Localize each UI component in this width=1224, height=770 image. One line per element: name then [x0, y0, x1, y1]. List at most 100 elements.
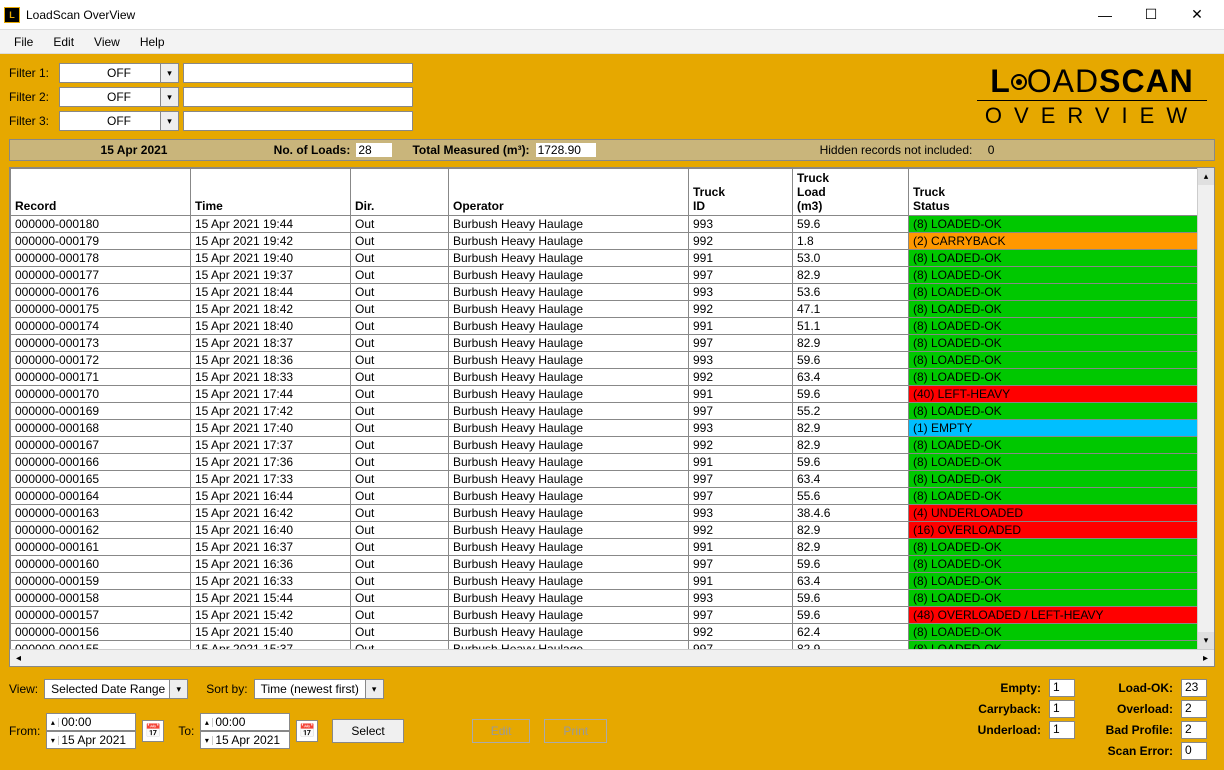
cell-truck-load: 38.4.6 — [793, 505, 909, 522]
table-row[interactable]: 000000-00016615 Apr 2021 17:36OutBurbush… — [11, 454, 1214, 471]
minimize-button[interactable]: — — [1082, 1, 1128, 29]
cell-operator: Burbush Heavy Haulage — [449, 301, 689, 318]
table-row[interactable]: 000000-00017915 Apr 2021 19:42OutBurbush… — [11, 233, 1214, 250]
cell-truck-load: 82.9 — [793, 522, 909, 539]
cell-time: 15 Apr 2021 17:44 — [191, 386, 351, 403]
data-table[interactable]: Record Time Dir. Operator TruckID TruckL… — [10, 168, 1214, 649]
table-row[interactable]: 000000-00015915 Apr 2021 16:33OutBurbush… — [11, 573, 1214, 590]
table-row[interactable]: 000000-00016015 Apr 2021 16:36OutBurbush… — [11, 556, 1214, 573]
table-row[interactable]: 000000-00015515 Apr 2021 15:37OutBurbush… — [11, 641, 1214, 650]
col-truck-id[interactable]: TruckID — [689, 169, 793, 216]
col-time[interactable]: Time — [191, 169, 351, 216]
maximize-button[interactable]: ☐ — [1128, 1, 1174, 29]
table-row[interactable]: 000000-00017415 Apr 2021 18:40OutBurbush… — [11, 318, 1214, 335]
to-time-input[interactable]: ▴00:00 — [200, 713, 290, 731]
cell-dir: Out — [351, 641, 449, 650]
from-date-input[interactable]: ▾15 Apr 2021 — [46, 731, 136, 749]
cell-truck-id: 997 — [689, 471, 793, 488]
cell-operator: Burbush Heavy Haulage — [449, 216, 689, 233]
cell-truck-load: 59.6 — [793, 386, 909, 403]
table-row[interactable]: 000000-00017515 Apr 2021 18:42OutBurbush… — [11, 301, 1214, 318]
cell-dir: Out — [351, 556, 449, 573]
summary-date-value: 15 Apr 2021 — [101, 143, 168, 157]
cell-time: 15 Apr 2021 17:40 — [191, 420, 351, 437]
cell-time: 15 Apr 2021 16:44 — [191, 488, 351, 505]
scroll-left-icon[interactable]: ◂ — [10, 653, 27, 664]
menu-view[interactable]: View — [84, 33, 130, 51]
cell-record: 000000-000161 — [11, 539, 191, 556]
close-button[interactable]: ✕ — [1174, 1, 1220, 29]
cell-record: 000000-000176 — [11, 284, 191, 301]
filter-2-select[interactable]: OFF ▾ — [59, 87, 179, 107]
filter-3-label: Filter 3: — [9, 114, 55, 128]
table-row[interactable]: 000000-00016715 Apr 2021 17:37OutBurbush… — [11, 437, 1214, 454]
cell-dir: Out — [351, 488, 449, 505]
table-row[interactable]: 000000-00017815 Apr 2021 19:40OutBurbush… — [11, 250, 1214, 267]
filter-2-row: Filter 2: OFF ▾ — [9, 87, 413, 107]
table-row[interactable]: 000000-00017615 Apr 2021 18:44OutBurbush… — [11, 284, 1214, 301]
calendar-icon[interactable]: 📅 — [296, 720, 318, 742]
print-button[interactable]: Print — [544, 719, 607, 743]
table-row[interactable]: 000000-00016215 Apr 2021 16:40OutBurbush… — [11, 522, 1214, 539]
cell-truck-id: 997 — [689, 403, 793, 420]
cell-truck-load: 59.6 — [793, 590, 909, 607]
table-row[interactable]: 000000-00016915 Apr 2021 17:42OutBurbush… — [11, 403, 1214, 420]
vertical-scrollbar[interactable]: ▴ ▾ — [1197, 168, 1214, 649]
table-row[interactable]: 000000-00018015 Apr 2021 19:44OutBurbush… — [11, 216, 1214, 233]
sort-select[interactable]: Time (newest first) ▾ — [254, 679, 384, 699]
col-record[interactable]: Record — [11, 169, 191, 216]
col-dir[interactable]: Dir. — [351, 169, 449, 216]
table-row[interactable]: 000000-00017315 Apr 2021 18:37OutBurbush… — [11, 335, 1214, 352]
to-date-input[interactable]: ▾15 Apr 2021 — [200, 731, 290, 749]
summary-bar: 15 Apr 2021 No. of Loads: 28 Total Measu… — [9, 139, 1215, 161]
table-row[interactable]: 000000-00015615 Apr 2021 15:40OutBurbush… — [11, 624, 1214, 641]
stat-overload-label: Overload: — [1083, 702, 1173, 716]
cell-time: 15 Apr 2021 18:37 — [191, 335, 351, 352]
view-select[interactable]: Selected Date Range ▾ — [44, 679, 188, 699]
menu-file[interactable]: File — [4, 33, 43, 51]
scroll-up-icon[interactable]: ▴ — [1198, 168, 1214, 185]
cell-truck-status: (48) OVERLOADED / LEFT-HEAVY — [909, 607, 1214, 624]
cell-time: 15 Apr 2021 19:40 — [191, 250, 351, 267]
cell-time: 15 Apr 2021 18:40 — [191, 318, 351, 335]
table-row[interactable]: 000000-00016115 Apr 2021 16:37OutBurbush… — [11, 539, 1214, 556]
cell-truck-load: 82.9 — [793, 420, 909, 437]
col-truck-load[interactable]: TruckLoad(m3) — [793, 169, 909, 216]
filter-1-label: Filter 1: — [9, 66, 55, 80]
menu-edit[interactable]: Edit — [43, 33, 84, 51]
edit-button[interactable]: Edit — [472, 719, 531, 743]
filter-3-select[interactable]: OFF ▾ — [59, 111, 179, 131]
filter-1-select[interactable]: OFF ▾ — [59, 63, 179, 83]
summary-loads-value: 28 — [356, 143, 392, 157]
table-row[interactable]: 000000-00015715 Apr 2021 15:42OutBurbush… — [11, 607, 1214, 624]
scroll-right-icon[interactable]: ▸ — [1197, 653, 1214, 664]
from-time-input[interactable]: ▴00:00 — [46, 713, 136, 731]
calendar-icon[interactable]: 📅 — [142, 720, 164, 742]
table-row[interactable]: 000000-00016315 Apr 2021 16:42OutBurbush… — [11, 505, 1214, 522]
cell-dir: Out — [351, 284, 449, 301]
cell-truck-status: (8) LOADED-OK — [909, 216, 1214, 233]
filter-2-input[interactable] — [183, 87, 413, 107]
cell-dir: Out — [351, 539, 449, 556]
menu-help[interactable]: Help — [130, 33, 175, 51]
filter-3-row: Filter 3: OFF ▾ — [9, 111, 413, 131]
col-truck-status[interactable]: TruckStatus — [909, 169, 1214, 216]
horizontal-scrollbar[interactable]: ◂ ▸ — [10, 649, 1214, 666]
col-operator[interactable]: Operator — [449, 169, 689, 216]
table-row[interactable]: 000000-00017215 Apr 2021 18:36OutBurbush… — [11, 352, 1214, 369]
select-button[interactable]: Select — [332, 719, 403, 743]
table-row[interactable]: 000000-00015815 Apr 2021 15:44OutBurbush… — [11, 590, 1214, 607]
table-row[interactable]: 000000-00016515 Apr 2021 17:33OutBurbush… — [11, 471, 1214, 488]
table-row[interactable]: 000000-00017715 Apr 2021 19:37OutBurbush… — [11, 267, 1214, 284]
table-row[interactable]: 000000-00016815 Apr 2021 17:40OutBurbush… — [11, 420, 1214, 437]
cell-truck-status: (8) LOADED-OK — [909, 318, 1214, 335]
table-row[interactable]: 000000-00017115 Apr 2021 18:33OutBurbush… — [11, 369, 1214, 386]
table-row[interactable]: 000000-00017015 Apr 2021 17:44OutBurbush… — [11, 386, 1214, 403]
table-row[interactable]: 000000-00016415 Apr 2021 16:44OutBurbush… — [11, 488, 1214, 505]
cell-truck-id: 997 — [689, 607, 793, 624]
cell-truck-id: 991 — [689, 386, 793, 403]
scroll-down-icon[interactable]: ▾ — [1198, 632, 1214, 649]
filter-3-input[interactable] — [183, 111, 413, 131]
filter-1-input[interactable] — [183, 63, 413, 83]
filter-2-label: Filter 2: — [9, 90, 55, 104]
